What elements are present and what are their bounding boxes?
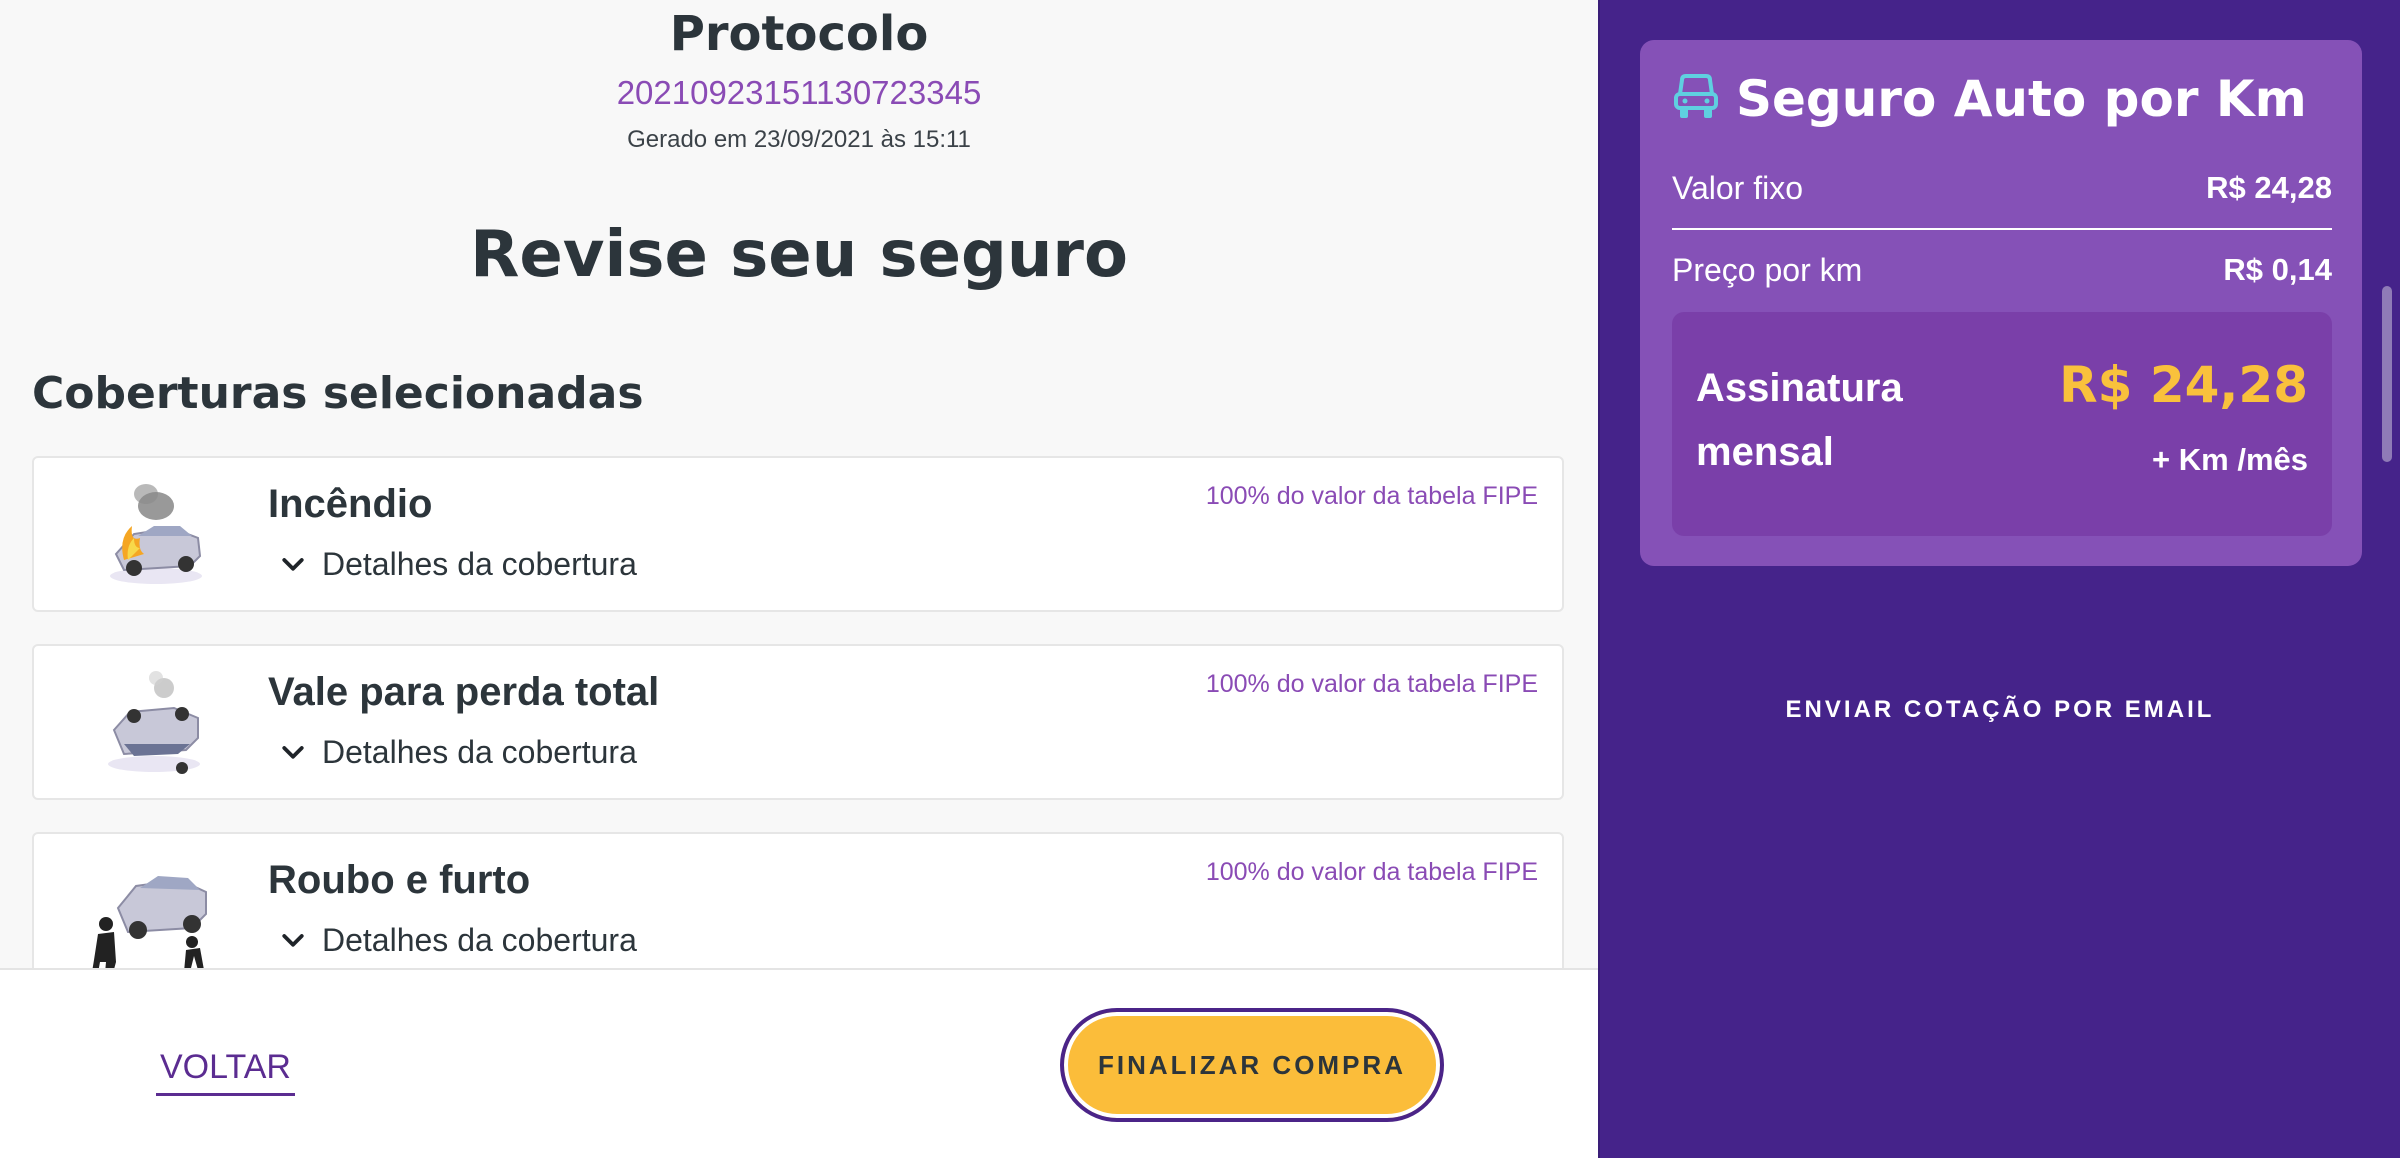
coverage-name: Vale para perda total bbox=[268, 670, 660, 714]
summary-header: Seguro Auto por Km bbox=[1674, 70, 2307, 128]
fixed-value-label: Valor fixo bbox=[1672, 170, 1804, 206]
finish-purchase-button[interactable]: FINALIZAR COMPRA bbox=[1060, 1008, 1444, 1122]
coverage-details-label: Detalhes da cobertura bbox=[322, 546, 637, 582]
coverage-details-label: Detalhes da cobertura bbox=[322, 922, 637, 958]
coverage-details-toggle[interactable]: Detalhes da cobertura bbox=[278, 734, 637, 771]
coverage-card-incendio: Incêndio Detalhes da cobertura 100% do v… bbox=[32, 456, 1564, 612]
car-fire-illustration bbox=[110, 484, 202, 584]
fixed-value-row: Valor fixo R$ 24,28 bbox=[1672, 170, 2332, 207]
page-title: Revise seu seguro bbox=[470, 218, 1128, 292]
coverage-card-roubo-furto: Roubo e furto Detalhes da cobertura 100%… bbox=[32, 832, 1564, 988]
coverage-details-toggle[interactable]: Detalhes da cobertura bbox=[278, 922, 637, 959]
summary-title: Seguro Auto por Km bbox=[1736, 70, 2307, 128]
main-content: Protocolo 20210923151130723345 Gerado em… bbox=[0, 0, 1598, 1158]
chevron-down-icon bbox=[282, 933, 304, 947]
coverage-details-toggle[interactable]: Detalhes da cobertura bbox=[278, 546, 637, 583]
coverage-details-label: Detalhes da cobertura bbox=[322, 734, 637, 770]
chevron-down-icon bbox=[282, 557, 304, 571]
subscription-price: R$ 24,28 bbox=[2059, 356, 2308, 414]
protocol-number: 20210923151130723345 bbox=[616, 74, 982, 111]
car-front-icon bbox=[1674, 74, 1718, 118]
car-overturned-illustration bbox=[108, 671, 200, 774]
price-per-km-amount: R$ 0,14 bbox=[2223, 252, 2332, 287]
coverage-name: Roubo e furto bbox=[268, 858, 531, 902]
footer-actions: VOLTAR FINALIZAR COMPRA bbox=[0, 968, 1598, 1158]
fixed-value-amount: R$ 24,28 bbox=[2206, 170, 2332, 205]
back-link[interactable]: VOLTAR bbox=[156, 1048, 295, 1096]
monthly-subscription-box: Assinatura mensal R$ 24,28 + Km /mês bbox=[1672, 312, 2332, 536]
price-per-km-label: Preço por km bbox=[1672, 252, 1863, 288]
coverage-fipe-value: 100% do valor da tabela FIPE bbox=[1205, 670, 1538, 698]
coverage-fipe-value: 100% do valor da tabela FIPE bbox=[1205, 858, 1538, 886]
subscription-unit: + Km /mês bbox=[2152, 442, 2308, 477]
coverages-section-title: Coberturas selecionadas bbox=[32, 368, 644, 419]
quote-summary-card: Seguro Auto por Km Valor fixo R$ 24,28 P… bbox=[1640, 40, 2362, 566]
price-per-km-row: Preço por km R$ 0,14 bbox=[1672, 252, 2332, 289]
coverage-name: Incêndio bbox=[268, 482, 433, 526]
subscription-label: Assinatura mensal bbox=[1696, 366, 1903, 474]
summary-divider bbox=[1672, 228, 2332, 230]
car-theft-illustration bbox=[90, 876, 207, 984]
protocol-title: Protocolo bbox=[669, 6, 929, 62]
quote-sidebar: Seguro Auto por Km Valor fixo R$ 24,28 P… bbox=[1598, 0, 2400, 1158]
protocol-generated-date: Gerado em 23/09/2021 às 15:11 bbox=[627, 126, 971, 153]
scrollbar-thumb[interactable] bbox=[2382, 286, 2392, 462]
chevron-down-icon bbox=[282, 745, 304, 759]
send-quote-email-link[interactable]: ENVIAR COTAÇÃO POR EMAIL bbox=[1600, 696, 2400, 724]
coverage-card-perda-total: Vale para perda total Detalhes da cobert… bbox=[32, 644, 1564, 800]
coverage-fipe-value: 100% do valor da tabela FIPE bbox=[1205, 482, 1538, 510]
